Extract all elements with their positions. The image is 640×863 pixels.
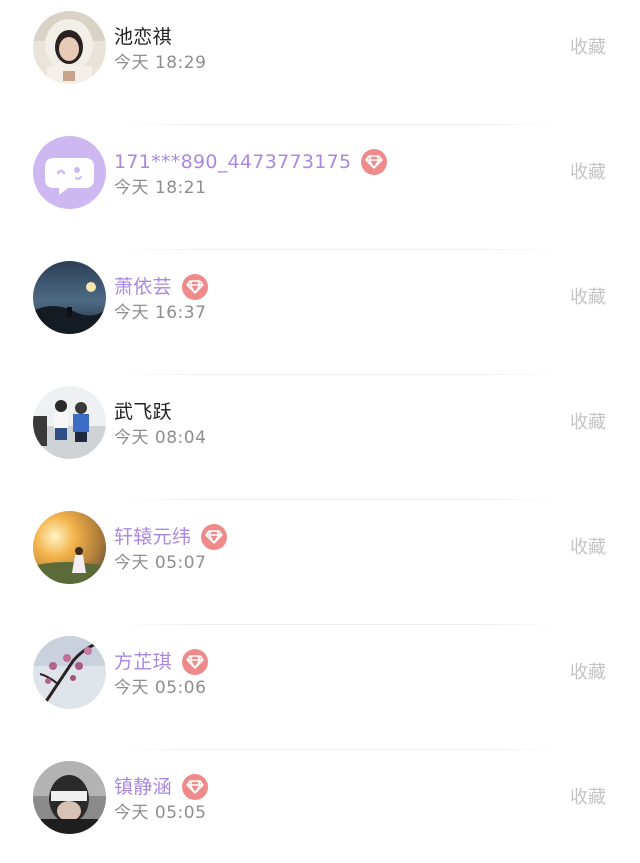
favorite-button[interactable]: 收藏 [570,536,606,560]
favorite-button[interactable]: 收藏 [570,661,606,685]
vip-diamond-icon [181,274,208,300]
contact-name-line: 镇静涵 [114,772,208,802]
list-item[interactable]: 镇静涵 今天 05:05 收藏 [0,750,640,863]
list-item[interactable]: 萧依芸 今天 16:37 收藏 [0,250,640,375]
contact-name-line: 武飞跃 [114,397,172,427]
avatar[interactable] [33,11,106,84]
contact-name-line: 171***890_4473773175 [114,147,388,177]
contact-time: 今天 18:29 [114,53,207,73]
list-item[interactable]: 171***890_4473773175 今天 18:21 收藏 [0,125,640,250]
avatar[interactable] [33,636,106,709]
contact-name: 镇静涵 [114,776,172,798]
list-item[interactable]: 池恋祺 今天 18:29 收藏 [0,0,640,125]
favorites-list: 池恋祺 今天 18:29 收藏 171***890_4473773175 今天 … [0,0,640,863]
contact-time: 今天 18:21 [114,178,207,198]
favorite-button[interactable]: 收藏 [570,286,606,310]
vip-diamond-icon [181,774,208,800]
list-item[interactable]: 武飞跃 今天 08:04 收藏 [0,375,640,500]
contact-name-line: 轩辕元纬 [114,522,228,552]
contact-time: 今天 08:04 [114,428,207,448]
contact-name: 轩辕元纬 [114,526,192,548]
avatar[interactable] [33,261,106,334]
contact-name-line: 池恋祺 [114,22,172,52]
contact-time: 今天 05:05 [114,803,207,823]
avatar[interactable] [33,761,106,834]
favorite-button[interactable]: 收藏 [570,786,606,810]
avatar[interactable] [33,511,106,584]
contact-name: 武飞跃 [114,401,172,423]
list-item[interactable]: 方芷琪 今天 05:06 收藏 [0,625,640,750]
vip-diamond-icon [181,649,208,675]
avatar[interactable] [33,136,106,209]
contact-name: 171***890_4473773175 [114,151,352,173]
contact-time: 今天 16:37 [114,303,207,323]
contact-name-line: 萧依芸 [114,272,208,302]
contact-name: 方芷琪 [114,651,172,673]
contact-name: 池恋祺 [114,26,172,48]
favorite-button[interactable]: 收藏 [570,411,606,435]
list-item[interactable]: 轩辕元纬 今天 05:07 收藏 [0,500,640,625]
vip-diamond-icon [201,524,228,550]
vip-diamond-icon [361,149,388,175]
favorite-button[interactable]: 收藏 [570,36,606,60]
favorite-button[interactable]: 收藏 [570,161,606,185]
contact-name: 萧依芸 [114,276,172,298]
contact-time: 今天 05:06 [114,678,207,698]
avatar[interactable] [33,386,106,459]
contact-time: 今天 05:07 [114,553,207,573]
contact-name-line: 方芷琪 [114,647,208,677]
